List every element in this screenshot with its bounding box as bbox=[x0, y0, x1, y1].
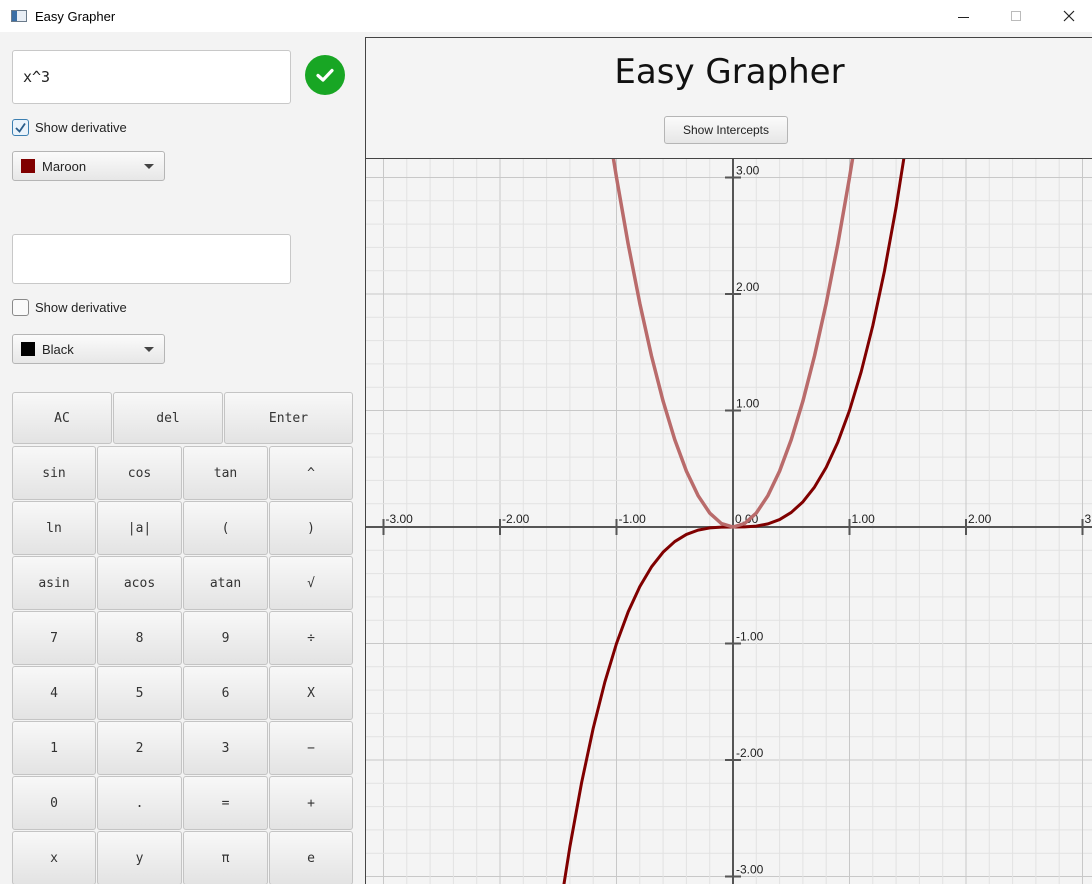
function-2-derivative-toggle[interactable]: Show derivative bbox=[12, 299, 127, 316]
key-3-1[interactable]: 8 bbox=[97, 611, 182, 665]
key-2-0[interactable]: asin bbox=[12, 556, 96, 610]
close-icon bbox=[1063, 10, 1075, 22]
key-7-1[interactable]: y bbox=[97, 831, 182, 884]
x-tick-label: 2.00 bbox=[968, 512, 992, 526]
graph-panel: Easy Grapher Show Intercepts -3.00 -2.00 -… bbox=[365, 37, 1092, 884]
show-intercepts-button[interactable]: Show Intercepts bbox=[664, 116, 788, 144]
y-tick-label: -2.00 bbox=[736, 746, 764, 760]
y-tick-label: -1.00 bbox=[736, 630, 764, 644]
key-1-1[interactable]: |a| bbox=[97, 501, 182, 555]
function-2-color-swatch bbox=[21, 342, 35, 356]
key-1-3[interactable]: ) bbox=[269, 501, 353, 555]
app-title: Easy Grapher bbox=[614, 52, 845, 92]
key-3-0[interactable]: 7 bbox=[12, 611, 96, 665]
y-tick-label: 1.00 bbox=[736, 397, 760, 411]
x-tick-label: -1.00 bbox=[619, 512, 647, 526]
graph-canvas[interactable]: -3.00-2.00-1.000.001.002.003.003.002.001… bbox=[366, 159, 1092, 884]
key-7-0[interactable]: x bbox=[12, 831, 96, 884]
key-6-0[interactable]: 0 bbox=[12, 776, 96, 830]
key-4-2[interactable]: 6 bbox=[183, 666, 268, 720]
y-tick-label: 2.00 bbox=[736, 280, 760, 294]
close-button[interactable] bbox=[1046, 0, 1092, 32]
function-2-derivative-checkbox[interactable] bbox=[12, 299, 29, 316]
key-0-0[interactable]: sin bbox=[12, 446, 96, 500]
key-2-2[interactable]: atan bbox=[183, 556, 268, 610]
maximize-button[interactable] bbox=[993, 0, 1039, 32]
key-6-1[interactable]: . bbox=[97, 776, 182, 830]
function-2-derivative-label: Show derivative bbox=[35, 300, 127, 315]
key-5-0[interactable]: 1 bbox=[12, 721, 96, 775]
key-3-2[interactable]: 9 bbox=[183, 611, 268, 665]
x-tick-label: 1.00 bbox=[852, 512, 876, 526]
key-0-2[interactable]: tan bbox=[183, 446, 268, 500]
key-5-3[interactable]: − bbox=[269, 721, 353, 775]
chevron-down-icon bbox=[144, 347, 154, 352]
y-tick-label: 3.00 bbox=[736, 164, 760, 178]
window-title: Easy Grapher bbox=[35, 9, 116, 24]
key-4-0[interactable]: 4 bbox=[12, 666, 96, 720]
key-5-2[interactable]: 3 bbox=[183, 721, 268, 775]
key-1-0[interactable]: ln bbox=[12, 501, 96, 555]
key-4-3[interactable]: X bbox=[269, 666, 353, 720]
valid-check-icon bbox=[305, 55, 345, 95]
function-1-input[interactable]: x^3 bbox=[12, 50, 291, 104]
key-2-3[interactable]: √ bbox=[269, 556, 353, 610]
function-1-color-swatch bbox=[21, 159, 35, 173]
key-3-3[interactable]: ÷ bbox=[269, 611, 353, 665]
function-2-input[interactable] bbox=[12, 234, 291, 284]
y-tick-label: -3.00 bbox=[736, 863, 764, 877]
function-1-derivative-checkbox[interactable] bbox=[12, 119, 29, 136]
x-tick-label: -2.00 bbox=[502, 512, 530, 526]
key-0-1[interactable]: cos bbox=[97, 446, 182, 500]
plot-area[interactable]: -3.00-2.00-1.000.001.002.003.003.002.001… bbox=[366, 159, 1092, 884]
minimize-button[interactable] bbox=[940, 0, 986, 32]
graph-header: Easy Grapher Show Intercepts bbox=[366, 38, 1092, 159]
key-1-2[interactable]: ( bbox=[183, 501, 268, 555]
key-4-1[interactable]: 5 bbox=[97, 666, 182, 720]
function-1-color-picker[interactable]: Maroon bbox=[12, 151, 165, 181]
function-1-color-name: Maroon bbox=[42, 158, 87, 174]
key-6-2[interactable]: = bbox=[183, 776, 268, 830]
title-bar: Easy Grapher bbox=[0, 0, 1092, 32]
key-5-1[interactable]: 2 bbox=[97, 721, 182, 775]
x-tick-label: -3.00 bbox=[386, 512, 414, 526]
key-enter[interactable]: Enter bbox=[224, 392, 353, 444]
chevron-down-icon bbox=[144, 164, 154, 169]
key-del[interactable]: del bbox=[113, 392, 223, 444]
key-6-3[interactable]: + bbox=[269, 776, 353, 830]
key-7-3[interactable]: e bbox=[269, 831, 353, 884]
function-2-color-picker[interactable]: Black bbox=[12, 334, 165, 364]
left-panel: x^3 Show derivative Maroon Show derivati… bbox=[0, 32, 365, 884]
app-icon bbox=[11, 10, 27, 22]
function-2-color-name: Black bbox=[42, 341, 74, 357]
key-2-1[interactable]: acos bbox=[97, 556, 182, 610]
key-7-2[interactable]: π bbox=[183, 831, 268, 884]
maximize-icon bbox=[1011, 11, 1021, 21]
x-tick-label: 3.00 bbox=[1085, 512, 1092, 526]
function-1-derivative-toggle[interactable]: Show derivative bbox=[12, 119, 127, 136]
key-ac[interactable]: AC bbox=[12, 392, 112, 444]
function-1-derivative-label: Show derivative bbox=[35, 120, 127, 135]
minimize-icon bbox=[957, 16, 969, 18]
key-0-3[interactable]: ^ bbox=[269, 446, 353, 500]
